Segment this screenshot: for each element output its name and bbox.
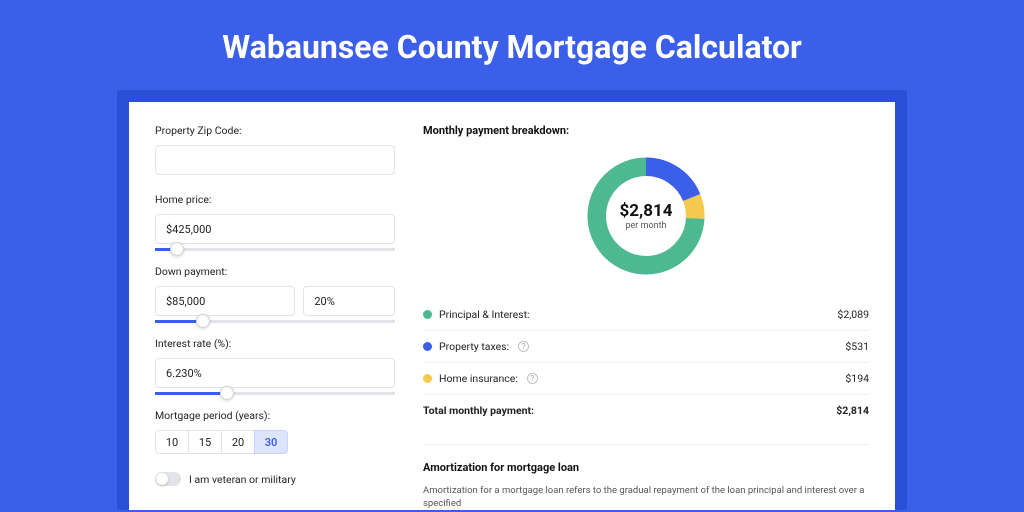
donut-amount: $2,814 [620, 201, 673, 221]
period-button-group: 10152030 [155, 430, 395, 454]
down-payment-pct-wrap[interactable] [303, 286, 395, 316]
legend-label: Home insurance: [439, 372, 518, 385]
legend: Principal & Interest: $2,089 Property taxe… [423, 299, 869, 395]
legend-value: $531 [845, 340, 869, 353]
interest-slider-fill [155, 392, 227, 395]
panel-outer: Property Zip Code: Home price: Down paym… [117, 90, 907, 510]
legend-value: $2,089 [837, 308, 869, 321]
veteran-label: I am veteran or military [189, 473, 296, 486]
home-price-input-wrap[interactable] [155, 214, 395, 244]
legend-label: Property taxes: [439, 340, 509, 353]
breakdown-title: Monthly payment breakdown: [423, 124, 869, 137]
legend-value: $194 [845, 372, 869, 385]
down-payment-pct-input[interactable] [314, 295, 384, 308]
legend-label: Principal & Interest: [439, 308, 530, 321]
legend-total-row: Total monthly payment: $2,814 [423, 395, 869, 426]
help-icon[interactable]: ? [518, 341, 529, 352]
home-price-slider[interactable] [155, 248, 395, 251]
legend-dot [423, 374, 432, 383]
form-column: Property Zip Code: Home price: Down paym… [155, 124, 395, 488]
veteran-toggle[interactable] [155, 472, 181, 486]
amortization-text: Amortization for a mortgage loan refers … [423, 484, 869, 511]
amortization-title: Amortization for mortgage loan [423, 461, 869, 474]
interest-slider[interactable] [155, 392, 395, 395]
down-payment-slider-thumb[interactable] [196, 314, 210, 328]
page-title: Wabaunsee County Mortgage Calculator [0, 0, 1024, 90]
period-button-20[interactable]: 20 [221, 430, 255, 454]
amortization-section: Amortization for mortgage loan Amortizat… [423, 444, 869, 511]
donut-chart-wrap: $2,814 per month [423, 151, 869, 281]
calculator-panel: Property Zip Code: Home price: Down paym… [129, 102, 895, 510]
breakdown-column: Monthly payment breakdown: $2,814 per mo… [423, 124, 869, 488]
down-payment-input[interactable] [166, 295, 284, 308]
veteran-toggle-row: I am veteran or military [155, 472, 395, 486]
period-button-15[interactable]: 15 [188, 430, 222, 454]
home-price-label: Home price: [155, 193, 395, 206]
legend-dot [423, 342, 432, 351]
legend-total-label: Total monthly payment: [423, 404, 534, 417]
legend-row: Property taxes:? $531 [423, 331, 869, 363]
legend-row: Principal & Interest: $2,089 [423, 299, 869, 331]
home-price-input[interactable] [166, 223, 384, 236]
down-payment-slider[interactable] [155, 320, 395, 323]
veteran-toggle-knob [156, 473, 168, 485]
period-button-30[interactable]: 30 [254, 430, 288, 454]
period-label: Mortgage period (years): [155, 409, 395, 422]
legend-dot [423, 310, 432, 319]
legend-row: Home insurance:? $194 [423, 363, 869, 395]
interest-input[interactable] [166, 367, 384, 380]
zip-label: Property Zip Code: [155, 124, 395, 137]
interest-input-wrap[interactable] [155, 358, 395, 388]
help-icon[interactable]: ? [527, 373, 538, 384]
home-price-slider-thumb[interactable] [170, 242, 184, 256]
donut-sub: per month [625, 221, 666, 231]
donut-chart: $2,814 per month [581, 151, 711, 281]
legend-total-value: $2,814 [836, 404, 869, 417]
interest-label: Interest rate (%): [155, 337, 395, 350]
interest-slider-thumb[interactable] [220, 386, 234, 400]
period-button-10[interactable]: 10 [155, 430, 189, 454]
zip-input[interactable] [166, 154, 384, 167]
down-payment-input-wrap[interactable] [155, 286, 295, 316]
down-payment-label: Down payment: [155, 265, 395, 278]
donut-center: $2,814 per month [581, 151, 711, 281]
zip-input-wrap[interactable] [155, 145, 395, 175]
